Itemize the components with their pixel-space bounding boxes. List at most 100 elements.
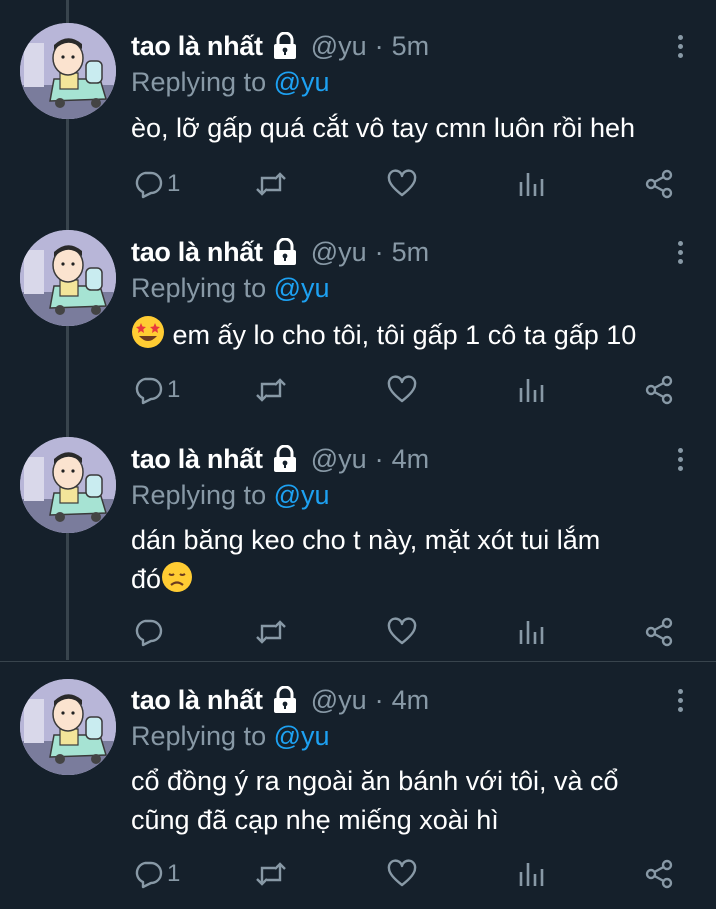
- more-icon[interactable]: [666, 441, 694, 477]
- replying-to-label: Replying to: [131, 273, 267, 303]
- share-button[interactable]: [645, 856, 675, 892]
- analytics-button[interactable]: [518, 372, 546, 408]
- replying-to: Replying to @yu: [131, 480, 330, 511]
- tweet-header: tao là nhất @yu · 4m: [131, 682, 429, 718]
- tweet-3[interactable]: tao là nhất @yu · 4m Replying to @yu dán…: [0, 416, 716, 661]
- analytics-icon: [518, 617, 546, 647]
- like-icon: [387, 375, 417, 405]
- disappointed-face-emoji: [161, 561, 193, 604]
- tweet-text: èo, lỡ gấp quá cắt vô tay cmn luôn rồi h…: [131, 109, 701, 148]
- lock-icon: [269, 686, 301, 714]
- tweet-text-line-2: cũng đã cạp nhẹ miếng xoài hì: [131, 805, 499, 835]
- mention-link[interactable]: @yu: [274, 67, 330, 97]
- replying-to: Replying to @yu: [131, 721, 330, 752]
- like-button[interactable]: [387, 614, 417, 650]
- tweet-header: tao là nhất @yu · 5m: [131, 234, 429, 270]
- handle[interactable]: @yu: [311, 444, 367, 475]
- analytics-icon: [518, 375, 546, 405]
- reply-button[interactable]: 1: [133, 856, 180, 892]
- timestamp[interactable]: 4m: [392, 444, 430, 475]
- analytics-button[interactable]: [518, 166, 546, 202]
- timestamp[interactable]: 5m: [392, 31, 430, 62]
- separator: ·: [374, 684, 384, 715]
- more-icon[interactable]: [666, 28, 694, 64]
- mention-link[interactable]: @yu: [274, 480, 330, 510]
- lock-icon: [269, 238, 301, 266]
- tweet-text: cổ đồng ý ra ngoài ăn bánh với tôi, và c…: [131, 762, 701, 840]
- tweet-2[interactable]: tao là nhất @yu · 5m Replying to @yu em …: [0, 208, 716, 423]
- reply-icon: [133, 169, 163, 199]
- like-button[interactable]: [387, 856, 417, 892]
- display-name[interactable]: tao là nhất: [131, 31, 263, 62]
- retweet-icon: [255, 169, 287, 199]
- replying-to: Replying to @yu: [131, 273, 330, 304]
- timestamp[interactable]: 4m: [392, 685, 430, 716]
- separator: ·: [374, 30, 384, 61]
- separator: ·: [374, 236, 384, 267]
- action-bar: [0, 614, 716, 650]
- avatar[interactable]: [20, 230, 116, 326]
- display-name[interactable]: tao là nhất: [131, 444, 263, 475]
- tweet-text: dán băng keo cho t này, mặt xót tui lắm …: [131, 521, 701, 604]
- handle[interactable]: @yu: [311, 237, 367, 268]
- tweet-text: em ấy lo cho tôi, tôi gấp 1 cô ta gấp 10: [131, 315, 701, 360]
- tweet-header: tao là nhất @yu · 4m: [131, 441, 429, 477]
- tweet-header: tao là nhất @yu · 5m: [131, 28, 429, 64]
- retweet-icon: [255, 617, 287, 647]
- display-name[interactable]: tao là nhất: [131, 237, 263, 268]
- reply-button[interactable]: [133, 614, 167, 650]
- more-icon[interactable]: [666, 234, 694, 270]
- analytics-icon: [518, 169, 546, 199]
- tweet-text-line-1: dán băng keo cho t này, mặt xót tui lắm: [131, 525, 601, 555]
- reply-count: 1: [167, 376, 181, 403]
- share-button[interactable]: [645, 614, 675, 650]
- avatar[interactable]: [20, 23, 116, 119]
- share-icon: [645, 375, 675, 405]
- tweet-text-content: em ấy lo cho tôi, tôi gấp 1 cô ta gấp 10: [172, 320, 637, 350]
- retweet-button[interactable]: [255, 614, 287, 650]
- reply-count: 1: [167, 860, 181, 887]
- action-bar: 1: [0, 856, 716, 892]
- retweet-icon: [255, 375, 287, 405]
- timestamp[interactable]: 5m: [392, 237, 430, 268]
- handle[interactable]: @yu: [311, 685, 367, 716]
- separator: ·: [374, 443, 384, 474]
- display-name[interactable]: tao là nhất: [131, 685, 263, 716]
- retweet-button[interactable]: [255, 856, 287, 892]
- reply-button[interactable]: 1: [133, 372, 180, 408]
- like-button[interactable]: [387, 166, 417, 202]
- more-icon[interactable]: [666, 682, 694, 718]
- analytics-button[interactable]: [518, 856, 546, 892]
- mention-link[interactable]: @yu: [274, 273, 330, 303]
- reply-icon: [133, 375, 163, 405]
- mention-link[interactable]: @yu: [274, 721, 330, 751]
- analytics-icon: [518, 859, 546, 889]
- reply-button[interactable]: 1: [133, 166, 180, 202]
- tweet-4[interactable]: tao là nhất @yu · 4m Replying to @yu cổ …: [0, 661, 716, 909]
- analytics-button[interactable]: [518, 614, 546, 650]
- tweet-text-line-1: cổ đồng ý ra ngoài ăn bánh với tôi, và c…: [131, 766, 619, 796]
- replying-to: Replying to @yu: [131, 67, 330, 98]
- avatar[interactable]: [20, 437, 116, 533]
- star-struck-emoji: [131, 315, 165, 360]
- reply-icon: [133, 859, 163, 889]
- replying-to-label: Replying to: [131, 721, 267, 751]
- share-icon: [645, 859, 675, 889]
- retweet-button[interactable]: [255, 372, 287, 408]
- lock-icon: [269, 445, 301, 473]
- handle[interactable]: @yu: [311, 31, 367, 62]
- share-button[interactable]: [645, 372, 675, 408]
- tweet-text-line-2: đó: [131, 564, 162, 594]
- retweet-button[interactable]: [255, 166, 287, 202]
- share-icon: [645, 169, 675, 199]
- avatar[interactable]: [20, 679, 116, 775]
- like-icon: [387, 617, 417, 647]
- like-button[interactable]: [387, 372, 417, 408]
- share-icon: [645, 617, 675, 647]
- action-bar: 1: [0, 166, 716, 202]
- replying-to-label: Replying to: [131, 67, 267, 97]
- tweet-1[interactable]: tao là nhất @yu · 5m Replying to @yu èo,…: [0, 0, 716, 228]
- share-button[interactable]: [645, 166, 675, 202]
- like-icon: [387, 859, 417, 889]
- replying-to-label: Replying to: [131, 480, 267, 510]
